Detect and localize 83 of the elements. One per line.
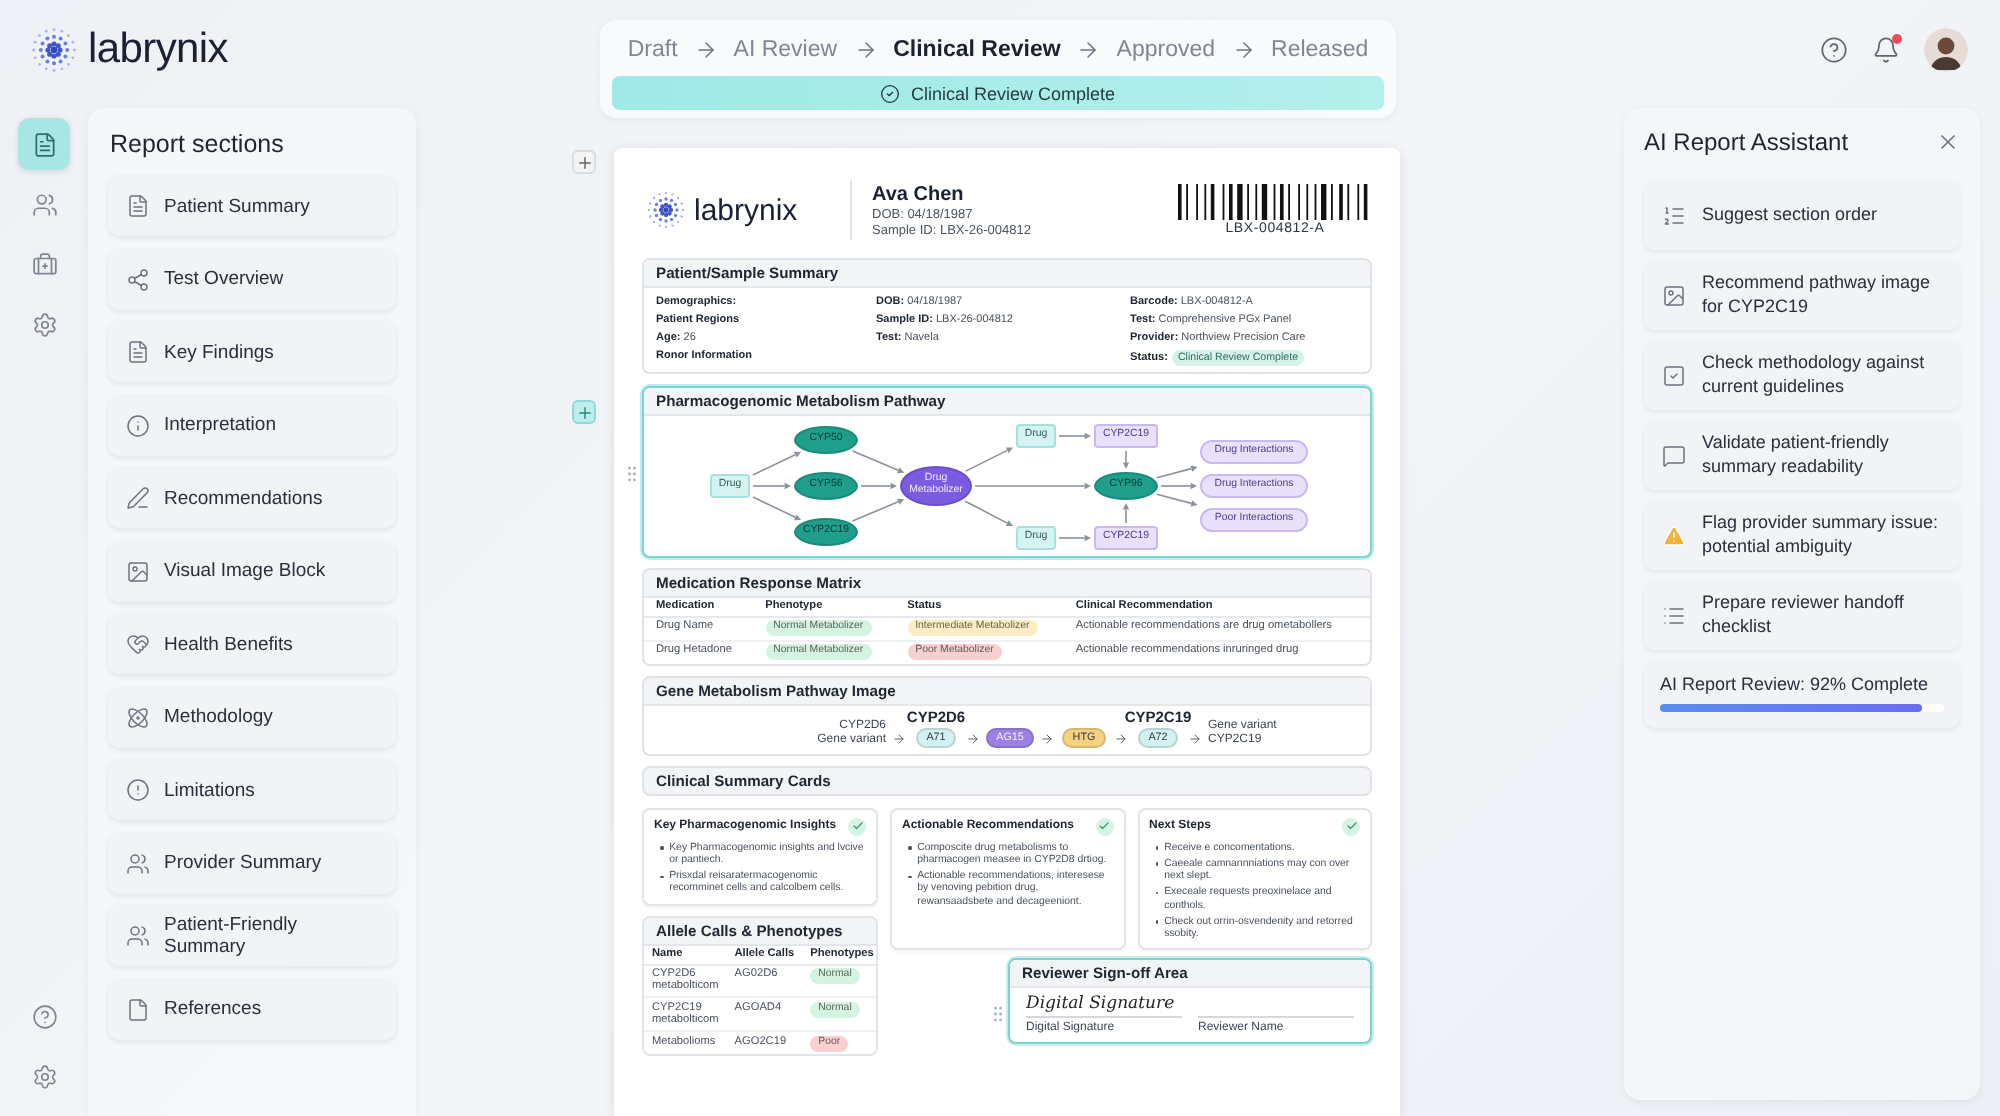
image-icon [1662,284,1686,308]
section-item[interactable]: References [108,979,396,1039]
arrow-icon [1231,38,1256,62]
banner-text: Clinical Review Complete [910,83,1116,103]
arrow-icon [853,38,878,62]
arrow [1058,432,1091,439]
assistant-suggestion[interactable]: Validate patient-friendly summary readability [1644,422,1960,490]
arrow [752,482,791,489]
arrow [752,495,802,520]
section-item[interactable]: Limitations [108,760,396,820]
section-item[interactable]: Patient Summary [108,176,396,236]
section-item[interactable]: Provider Summary [108,833,396,893]
alert-icon [126,778,150,802]
assistant-suggestion[interactable]: Recommend pathway image for CYP2C19 [1644,262,1960,330]
atom-icon [126,705,150,729]
section-item[interactable]: Patient-Friendly Summary [108,906,396,966]
document-icon [126,194,150,218]
document-icon [126,340,150,364]
drag-handle[interactable] [988,1004,1008,1025]
panel-title: AI Report Assistant [1644,128,1849,156]
avatar[interactable] [1924,28,1968,72]
plus-icon [575,403,593,421]
close-icon[interactable] [1936,130,1960,154]
report-logo-text: labrynix [694,193,798,227]
section-item[interactable]: Health Benefits [108,614,396,674]
section-item[interactable]: Interpretation [108,395,396,455]
arrow-icon [966,731,980,746]
document-icon[interactable] [18,118,70,170]
arrow [752,451,802,476]
info-icon [126,413,150,437]
arrow [1155,492,1198,506]
arrow [1155,464,1198,478]
section-item[interactable]: Test Overview [108,249,396,309]
help-icon[interactable] [1820,36,1848,64]
assistant-suggestion[interactable]: Flag provider summary issue: potential ambiguity [1644,502,1960,570]
logo-icon [30,26,78,74]
people-icon [126,924,150,948]
section-item[interactable]: Visual Image Block [108,541,396,601]
image-icon [126,559,150,583]
notification-bell-icon[interactable] [1872,36,1900,64]
assistant-suggestion[interactable]: Prepare reviewer handoff checklist [1644,582,1960,650]
arrow [1122,449,1130,469]
file-icon [126,997,150,1021]
workflow-step[interactable]: Clinical Review [893,38,1061,62]
assistant-suggestion[interactable]: Suggest section order [1644,182,1960,250]
panel-title: Report sections [110,130,286,158]
add-button[interactable] [572,150,596,174]
arrow-icon [1188,731,1202,746]
drag-handle[interactable] [622,463,642,484]
arrow-icon [892,731,906,746]
workflow-step[interactable]: Released [1271,38,1369,62]
pencil-icon [126,486,150,510]
arrow [860,482,897,489]
arrow-icon [1040,731,1054,746]
section-item[interactable]: Methodology [108,687,396,747]
people-icon [126,851,150,875]
section-item[interactable]: Recommendations [108,468,396,528]
arrow [851,449,905,473]
app-logo-text: labrynix [88,26,228,74]
checkbox-icon [1662,364,1686,388]
check-circle-icon [880,83,901,103]
warning-icon [1662,524,1686,548]
ordered-list-icon [1662,204,1686,228]
nodes-icon [126,267,150,291]
arrow-icon [693,38,718,62]
arrow [851,498,905,521]
arrow-icon [1114,731,1128,746]
heart-hands-icon [126,632,150,656]
patient-name: Ava Chen [872,183,966,205]
plus-icon [575,153,593,171]
arrow [974,482,1091,489]
add-button[interactable] [572,400,596,424]
chat-icon [1662,444,1686,468]
section-item[interactable]: Key Findings [108,322,396,382]
assistant-suggestion[interactable]: Check methodology against current guidelines [1644,342,1960,410]
arrow-icon [1076,38,1101,62]
arrow [964,499,1013,526]
arrow [964,446,1013,472]
progress-label: AI Report Review: 92% Complete [1660,674,1931,694]
arrow [1058,534,1091,541]
signature: Digital Signature [1024,992,1177,1017]
arrow [1160,482,1197,489]
arrow [1122,502,1130,524]
